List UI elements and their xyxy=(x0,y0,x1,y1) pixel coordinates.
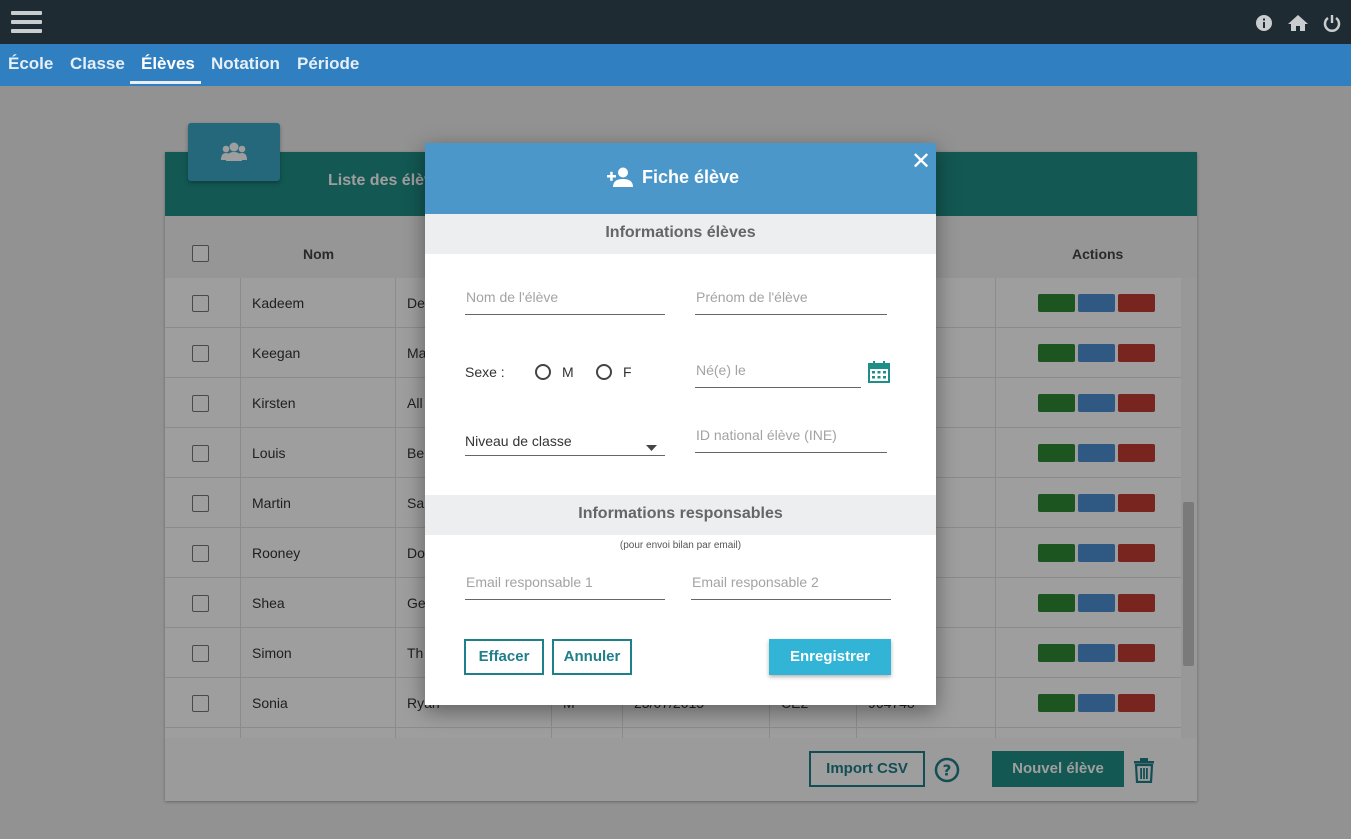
tab-classe[interactable]: Classe xyxy=(70,44,125,86)
tab-notation[interactable]: Notation xyxy=(211,44,280,86)
calendar-icon[interactable] xyxy=(868,361,890,388)
birthdate-input[interactable]: Né(e) le xyxy=(695,362,861,388)
close-icon[interactable]: ✕ xyxy=(911,147,931,176)
sex-f-radio[interactable] xyxy=(596,364,612,380)
cancel-button[interactable]: Annuler xyxy=(552,639,632,675)
top-bar xyxy=(0,0,1351,44)
power-icon[interactable] xyxy=(1323,14,1341,32)
main-nav: École Classe Élèves Notation Période xyxy=(0,44,1351,86)
modal-title: Fiche élève xyxy=(642,167,740,187)
student-firstname-input[interactable]: Prénom de l'élève xyxy=(695,289,887,315)
student-lastname-input[interactable]: Nom de l'élève xyxy=(465,289,665,315)
dropdown-arrow-icon xyxy=(646,438,657,456)
modal-header: Fiche élève ✕ xyxy=(425,143,936,214)
menu-icon[interactable] xyxy=(11,11,42,33)
sex-m-radio[interactable] xyxy=(535,364,551,380)
class-level-select[interactable]: Niveau de classe xyxy=(465,430,665,456)
section-parents-info: Informations responsables xyxy=(425,495,936,535)
home-icon[interactable] xyxy=(1287,14,1309,32)
sex-m-label: M xyxy=(562,364,574,380)
parent-email-2-input[interactable]: Email responsable 2 xyxy=(691,574,891,600)
tab-ecole[interactable]: École xyxy=(8,44,53,86)
add-person-icon xyxy=(607,167,633,192)
tab-periode[interactable]: Période xyxy=(297,44,359,86)
parents-note: (pour envoi bilan par email) xyxy=(619,540,742,551)
sex-label: Sexe : xyxy=(465,364,505,380)
tab-eleves[interactable]: Élèves xyxy=(141,44,195,86)
section-student-info: Informations élèves xyxy=(425,214,936,254)
sex-f-label: F xyxy=(623,364,632,380)
info-icon[interactable] xyxy=(1255,14,1273,32)
ine-input[interactable]: ID national élève (INE) xyxy=(695,427,887,453)
save-button[interactable]: Enregistrer xyxy=(769,639,891,675)
active-tab-indicator xyxy=(130,81,201,84)
clear-button[interactable]: Effacer xyxy=(464,639,544,675)
student-form-modal: Fiche élève ✕ Informations élèves Nom de… xyxy=(425,143,936,705)
parent-email-1-input[interactable]: Email responsable 1 xyxy=(465,574,665,600)
